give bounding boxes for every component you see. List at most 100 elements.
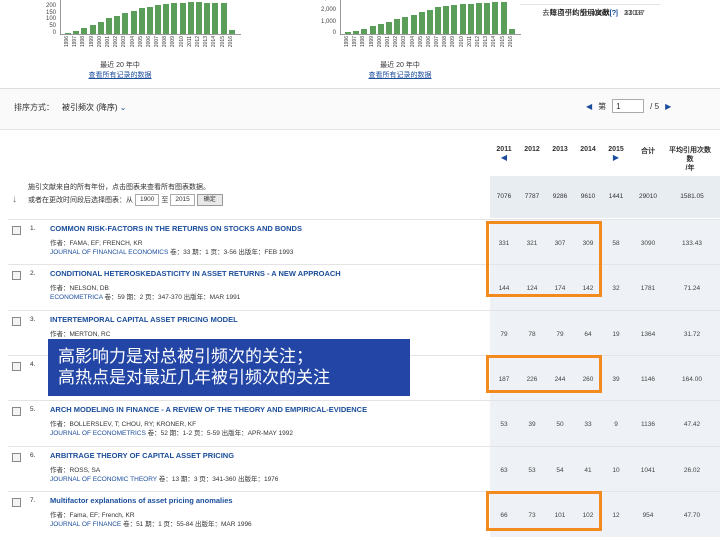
prev-page-icon[interactable]: ◀ — [586, 102, 592, 111]
record-checkbox[interactable] — [12, 452, 21, 462]
x-tick-label: 2014 — [491, 36, 498, 48]
record-number: 7. — [30, 496, 36, 504]
chart-bar — [196, 2, 203, 34]
chart-bar — [65, 33, 71, 34]
prev-years-icon[interactable]: ◀ — [490, 153, 518, 162]
x-tick-label: 1999 — [368, 36, 375, 48]
total-cell: 1581.05 — [680, 193, 704, 200]
record-number: 2. — [30, 270, 36, 278]
x-tick-label: 1999 — [88, 36, 95, 48]
record-source: JOURNAL OF ECONOMETRICS 卷：52 期：1-2 页：5-5… — [50, 427, 293, 437]
citation-cell: 63 — [500, 466, 508, 474]
record-source: JOURNAL OF FINANCIAL ECONOMICS 卷：33 期：1 … — [50, 246, 293, 256]
chart-2-view-all-link[interactable]: 查看所有记录的数据 — [340, 70, 460, 80]
citation-cell: 1781 — [640, 285, 656, 293]
filter-instruction: 施引文献来自的所有年份，点击图表来查看所有图表数据。 — [28, 184, 210, 191]
chart-bar — [73, 31, 80, 34]
record-number: 3. — [30, 315, 36, 323]
callout-line-1: 高影响力是对总被引频次的关注； — [58, 347, 313, 366]
citation-cell: 12 — [612, 511, 620, 519]
year-header: 2012 — [524, 146, 540, 153]
chart-2-bars — [340, 0, 521, 35]
x-tick-label: 2001 — [104, 36, 111, 48]
avg-header-text: 平均引用次数 — [669, 147, 711, 154]
sort-label: 排序方式： — [14, 103, 54, 112]
go-button[interactable]: 确定 — [196, 194, 223, 206]
table-row: 5. ARCH MODELING IN FINANCE - A REVIEW OF… — [8, 400, 720, 447]
total-cell: 29010 — [638, 193, 658, 200]
citation-cell: 53 — [500, 421, 508, 429]
chart-bar — [385, 21, 392, 34]
record-title-link[interactable]: INTERTEMPORAL CAPITAL ASSET PRICING MODE… — [50, 315, 238, 324]
record-checkbox[interactable] — [12, 497, 21, 507]
record-source: JOURNAL OF ECONOMIC THEORY 卷：13 期：3 页：34… — [50, 473, 278, 483]
record-title-link[interactable]: ARCH MODELING IN FINANCE - A REVIEW OF T… — [50, 405, 367, 414]
record-title-link[interactable]: COMMON RISK-FACTORS IN THE RETURNS ON ST… — [50, 224, 302, 233]
citation-cell: 26.02 — [683, 466, 701, 474]
year-header: 2014 — [580, 146, 596, 153]
record-checkbox[interactable] — [12, 271, 21, 281]
y-tick-label: 0 — [332, 30, 336, 36]
record-title-link[interactable]: ARBITRAGE THEORY OF CAPITAL ASSET PRICIN… — [50, 451, 234, 460]
chart-bar — [163, 3, 170, 34]
x-tick-label: 2010 — [458, 36, 465, 48]
avg-header-text-3: /年 — [685, 165, 695, 172]
chart-bar — [97, 21, 104, 34]
citation-cell: 19 — [612, 330, 620, 338]
y-tick-label: 200 — [45, 2, 56, 9]
journal-name: JOURNAL OF FINANCIAL ECONOMICS — [50, 249, 169, 256]
citation-cell: 79 — [556, 330, 564, 338]
to-label: 至 — [161, 196, 169, 204]
record-number: 6. — [30, 451, 36, 459]
help-icon[interactable]: [?] — [610, 5, 618, 21]
chart-bar — [171, 3, 178, 34]
sort-select[interactable]: 被引频次 (降序) ⌄ — [58, 100, 131, 115]
page-input[interactable]: 1 — [612, 99, 645, 113]
record-checkbox[interactable] — [12, 407, 21, 417]
avg-header: 平均引用次数 数 /年 — [668, 146, 712, 173]
to-year-select[interactable]: 2015 — [170, 194, 195, 206]
x-tick-label: 2014 — [211, 36, 218, 48]
citation-cell: 71.24 — [683, 285, 701, 293]
citation-cell: 64 — [584, 330, 592, 338]
y-tick-label: 2,000 — [320, 7, 336, 14]
chart-bar — [89, 24, 96, 34]
record-checkbox[interactable] — [12, 361, 21, 371]
chart-2-x-labels: 1996 1997 1998 1999 2000 2001 2002 2003 2004 2005… — [344, 36, 516, 49]
citation-cell: 41 — [584, 466, 592, 474]
citation-cell: 33 — [584, 421, 592, 429]
table-row: 6. ARBITRAGE THEORY OF CAPITAL ASSET PRIC… — [8, 445, 720, 492]
citation-cell: 1364 — [640, 330, 656, 338]
record-title-link[interactable]: CONDITIONAL HETEROSKEDASTICITY IN ASSET … — [50, 269, 341, 278]
pagination: ◀ 第 1 / 5 ▶ — [586, 99, 671, 113]
chart-bar — [402, 16, 409, 34]
x-tick-label: 2011 — [466, 36, 473, 48]
from-year-select[interactable]: 1900 — [134, 194, 160, 206]
chart-bar — [122, 13, 129, 34]
next-years-icon[interactable]: ▶ — [602, 153, 630, 162]
chart-1-bars — [60, 0, 241, 35]
avg-header-text-2: 数 — [686, 156, 694, 163]
citation-cell: 47.42 — [683, 421, 701, 429]
chart-1-caption: 最近 20 年中 查看所有记录的数据 — [60, 60, 180, 80]
x-tick-label: 2011 — [186, 36, 193, 48]
record-details: 卷：51 期：1 页：55-84 出版年：MAR 1996 — [121, 520, 252, 528]
chart-1-view-all-link[interactable]: 查看所有记录的数据 — [60, 70, 180, 80]
chart-bar — [228, 30, 235, 34]
record-checkbox[interactable] — [12, 226, 21, 235]
x-tick-label: 2010 — [178, 36, 185, 48]
next-page-icon[interactable]: ▶ — [665, 102, 671, 111]
year-range-filter: 施引文献来自的所有年份，点击图表来查看所有图表数据。 或者在更改时间段后选择图表… — [28, 182, 223, 207]
chart-bar — [353, 30, 360, 34]
record-title-link[interactable]: Multifactor explanations of asset pricin… — [50, 496, 233, 505]
citation-cell: 31.72 — [683, 330, 701, 338]
x-tick-label: 2000 — [376, 36, 383, 48]
y-tick-label: 50 — [49, 23, 56, 30]
citation-cell: 10 — [612, 466, 620, 474]
record-checkbox[interactable] — [12, 316, 21, 326]
x-tick-label: 1996 — [64, 36, 70, 48]
chart-bar — [377, 23, 384, 34]
chart-bar — [467, 3, 474, 34]
x-tick-label: 2015 — [499, 36, 506, 48]
chart-bar — [508, 29, 515, 34]
